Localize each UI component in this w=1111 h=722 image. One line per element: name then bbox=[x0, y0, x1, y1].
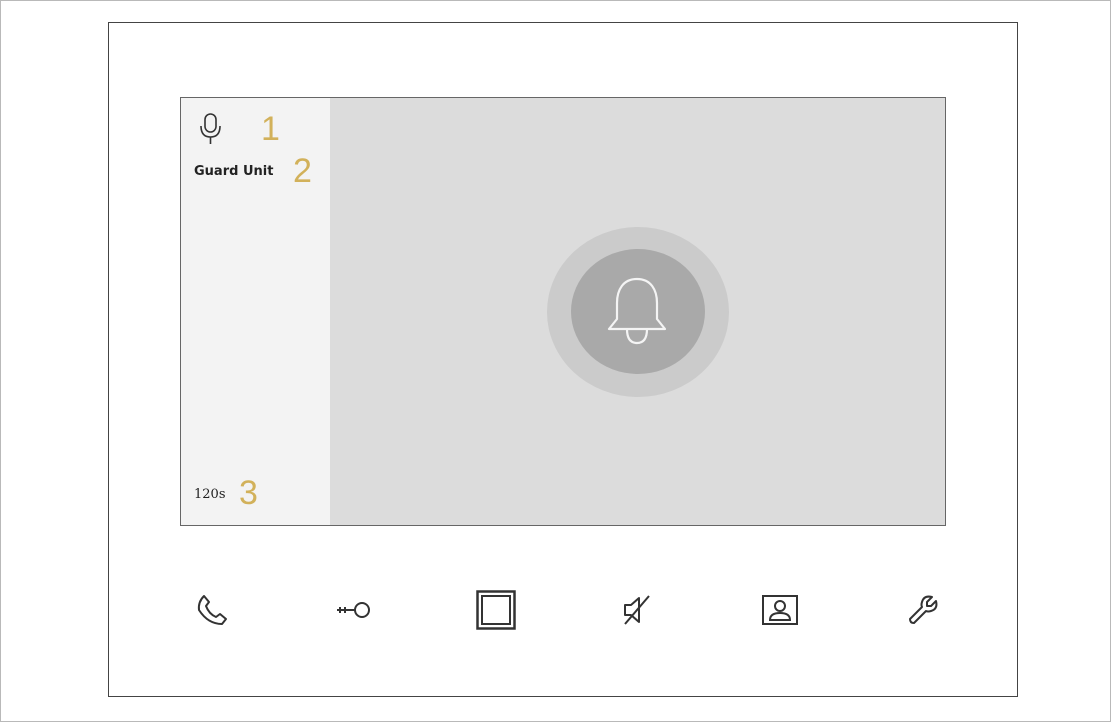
portrait-icon bbox=[762, 595, 798, 625]
call-timer: 120s bbox=[194, 487, 226, 502]
video-screen: 1 Guard Unit 2 120s 3 bbox=[180, 97, 946, 526]
wrench-icon bbox=[909, 595, 938, 624]
callout-1: 1 bbox=[261, 110, 280, 148]
settings-button[interactable] bbox=[903, 590, 943, 630]
unlock-button[interactable] bbox=[334, 590, 374, 630]
bell-icon bbox=[607, 277, 667, 345]
callout-2: 2 bbox=[293, 152, 312, 190]
phone-icon bbox=[197, 595, 227, 625]
call-button[interactable] bbox=[192, 590, 232, 630]
screen-button[interactable] bbox=[476, 590, 516, 630]
speaker-muted-icon bbox=[624, 595, 650, 625]
microphone-icon bbox=[200, 113, 221, 144]
photo-button[interactable] bbox=[760, 590, 800, 630]
callout-3: 3 bbox=[239, 474, 258, 512]
square-frame-icon bbox=[476, 590, 516, 630]
key-icon bbox=[337, 602, 370, 618]
unit-name: Guard Unit bbox=[194, 164, 274, 179]
mute-button[interactable] bbox=[618, 590, 658, 630]
call-info-panel: 1 Guard Unit 2 120s 3 bbox=[181, 98, 330, 525]
